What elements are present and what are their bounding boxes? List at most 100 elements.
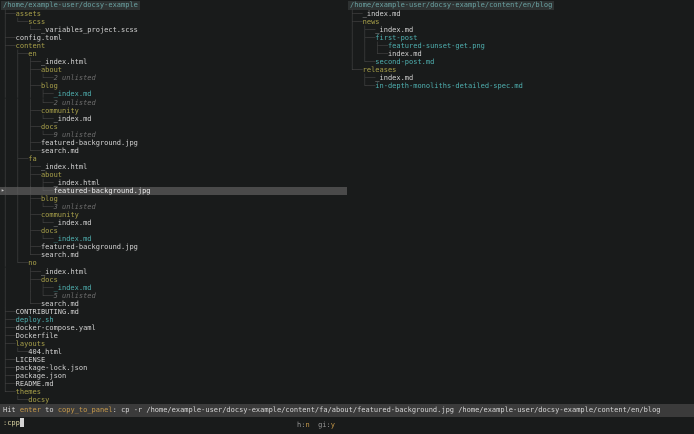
entry-name: featured-background.jpg: [53, 187, 151, 196]
entry-name: assets: [15, 10, 41, 18]
tree-line[interactable]: │ ├──first-post: [347, 34, 694, 42]
tree-line[interactable]: ├──_index.md: [347, 10, 694, 18]
tree-branch: ├──: [3, 356, 16, 365]
tree-line[interactable]: │ ├──fa: [0, 155, 347, 163]
tree-line[interactable]: │ │ │ ├──_index.md: [0, 90, 347, 98]
tree-branch: ├──: [350, 18, 363, 27]
tree-line[interactable]: │ │ ├──_index.html: [0, 163, 347, 171]
tree-line[interactable]: └──themes: [0, 388, 347, 396]
tree-line[interactable]: │ └──scss: [0, 18, 347, 26]
tree-line[interactable]: │ │ ├──featured-background.jpg: [0, 139, 347, 147]
tree-line[interactable]: │ └──second-post.md: [347, 58, 694, 66]
tree-branch: │ │ ├──: [3, 106, 41, 115]
entry-name: _variables_project.scss: [40, 26, 138, 35]
tree-line[interactable]: ├──config.toml: [0, 34, 347, 42]
tree-line[interactable]: │ │ ├──blog: [0, 195, 347, 203]
entry-name: _index.html: [40, 162, 88, 171]
entry-name: news: [362, 18, 380, 27]
tree-line[interactable]: │ │ │ ├──_index.html: [0, 179, 347, 187]
tree-line[interactable]: │ │ └──5 unlisted: [0, 292, 347, 300]
tree-line[interactable]: │ └──search.md: [0, 300, 347, 308]
tree-branch: │ │ │ ├──: [3, 90, 54, 99]
tree-branch: │ │ ├──: [3, 170, 41, 179]
entry-name: content: [15, 42, 46, 51]
right-panel-root-path[interactable]: /home/example-user/docsy-example/content…: [348, 1, 555, 10]
tree-line[interactable]: ├──package-lock.json: [0, 364, 347, 372]
entry-name: _index.md: [53, 283, 92, 292]
entry-name: search.md: [40, 146, 79, 155]
tree-branch: │ │ │ ├──: [3, 178, 54, 187]
entry-name: scss: [28, 18, 46, 27]
status-verb-name: copy_to_panel: [57, 406, 113, 414]
tree-line[interactable]: │ │ │ └──3 unlisted: [0, 203, 347, 211]
left-panel: /home/example-user/docsy-example ├──asse…: [0, 0, 347, 404]
tree-branch: ├──: [350, 10, 363, 18]
tree-branch: │ └──: [3, 259, 29, 268]
entry-name: 9 unlisted: [53, 130, 96, 139]
tree-line[interactable]: ▸ │ │ │ └──featured-background.jpg: [0, 187, 347, 196]
right-file-tree: ├──_index.md ├──news │ ├──_index.md │ ├──fi…: [347, 10, 694, 90]
tree-line[interactable]: │ │ ├──about: [0, 171, 347, 179]
tree-line[interactable]: ├──news: [347, 18, 694, 26]
entry-name: themes: [15, 388, 41, 397]
tree-line[interactable]: │ │ ├──community: [0, 107, 347, 115]
tree-line[interactable]: └──docsy: [0, 396, 347, 404]
tree-line[interactable]: │ │ │ └──_index.md: [0, 115, 347, 123]
entry-name: _index.html: [40, 267, 88, 276]
tree-line[interactable]: │ ├──docs: [0, 276, 347, 284]
status-to-label: to: [45, 406, 54, 414]
broot-app: /home/example-user/docsy-example ├──asse…: [0, 0, 694, 434]
right-panel-root-line: /home/example-user/docsy-example/content…: [347, 1, 694, 10]
entry-name: config.toml: [15, 34, 63, 43]
tree-line[interactable]: ├──LICENSE: [0, 356, 347, 364]
tree-line[interactable]: ├──assets: [0, 10, 347, 18]
tree-line[interactable]: ├──package.json: [0, 372, 347, 380]
tree-branch: │ └──: [3, 18, 29, 27]
tree-branch: │ │ └──: [3, 146, 41, 155]
tree-branch: ├──: [3, 372, 16, 381]
tree-line[interactable]: ├──deploy.sh: [0, 316, 347, 324]
tree-line[interactable]: │ ├──_index.md: [347, 26, 694, 34]
entry-name: _index.md: [53, 219, 92, 228]
tree-line[interactable]: │ │ └──search.md: [0, 251, 347, 259]
tree-branch: │ │ ├──: [3, 283, 54, 292]
tree-branch: │ │ ├──: [3, 211, 41, 220]
tree-branch: │ ├──: [3, 154, 29, 163]
entry-name: community: [40, 106, 79, 115]
tree-line[interactable]: ├──Dockerfile: [0, 332, 347, 340]
entry-name: search.md: [40, 299, 79, 308]
command-input[interactable]: :cpp: [3, 419, 20, 427]
status-bar: Hit enter to copy_to_panel: cp -r /home/…: [0, 404, 694, 417]
command-input-row[interactable]: :cpp h:n gi:y: [0, 417, 694, 434]
tree-line[interactable]: ├──content: [0, 42, 347, 50]
tree-line[interactable]: │ ├──_index.html: [0, 268, 347, 276]
tree-line[interactable]: │ │ │ └──9 unlisted: [0, 131, 347, 139]
tree-line[interactable]: ├──CONTRIBUTING.md: [0, 308, 347, 316]
left-panel-root-path[interactable]: /home/example-user/docsy-example: [1, 1, 140, 10]
tree-line[interactable]: │ └──no: [0, 259, 347, 267]
tree-branch: │ ├──: [350, 34, 376, 43]
tree-line[interactable]: │ │ ├──_index.md: [0, 284, 347, 292]
flag-label: gi:: [318, 421, 331, 429]
entry-name: featured-background.jpg: [40, 138, 138, 147]
tree-branch: │ ├──: [3, 267, 41, 276]
tree-line[interactable]: │ │ └──search.md: [0, 147, 347, 155]
tree-line[interactable]: └──in-depth-monoliths-detailed-spec.md: [347, 82, 694, 90]
tree-line[interactable]: │ └──_variables_project.scss: [0, 26, 347, 34]
tree-line[interactable]: │ │ ├──community: [0, 211, 347, 219]
entry-name: LICENSE: [15, 356, 46, 365]
tree-branch: │ ├──: [3, 275, 41, 284]
tree-line[interactable]: │ └──404.html: [0, 348, 347, 356]
right-panel: /home/example-user/docsy-example/content…: [347, 0, 694, 404]
status-command-preview: cp -r /home/example-user/docsy-example/c…: [121, 406, 661, 414]
tree-line[interactable]: │ │ ├──docs: [0, 123, 347, 131]
entry-name: 2 unlisted: [53, 74, 96, 83]
tree-line[interactable]: ├──docker-compose.yaml: [0, 324, 347, 332]
entry-name: CONTRIBUTING.md: [15, 307, 79, 316]
tree-line[interactable]: │ │ │ └──2 unlisted: [0, 99, 347, 107]
tree-branch: ├──: [3, 42, 16, 51]
tree-line[interactable]: ├──layouts: [0, 340, 347, 348]
entry-name: in-depth-monoliths-detailed-spec.md: [375, 82, 523, 91]
status-key-enter: enter: [19, 406, 41, 414]
tree-line[interactable]: ├──README.md: [0, 380, 347, 388]
